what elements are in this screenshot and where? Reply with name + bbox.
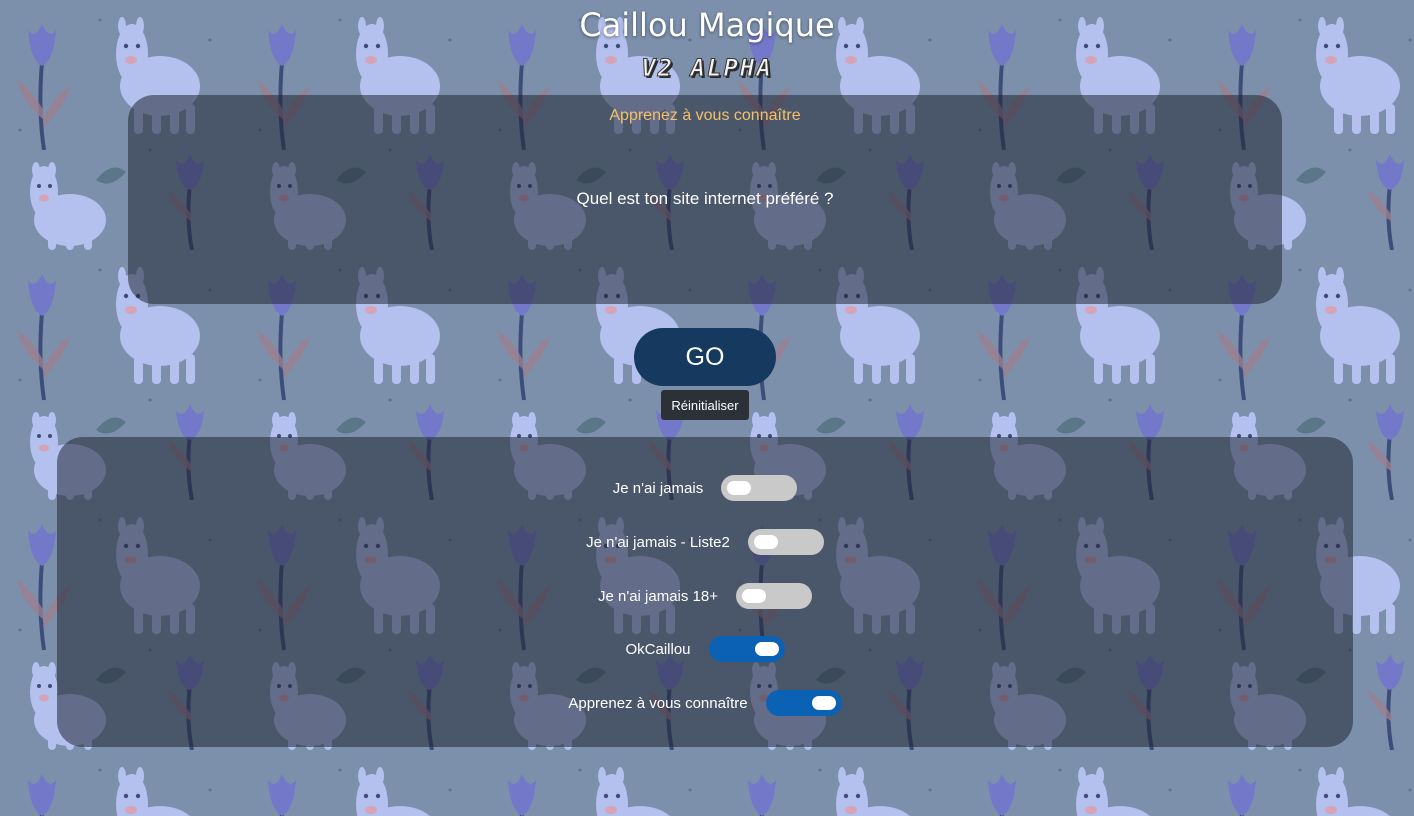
toggle-row-je-nai-jamais: Je n'ai jamais [57,475,1353,501]
toggle-row-je-nai-jamais-18: Je n'ai jamais 18+ [57,583,1353,609]
toggle-label: OkCaillou [625,640,691,658]
toggle-knob [753,535,778,549]
toggle-knob [727,481,752,495]
toggle-label: Je n'ai jamais [612,479,704,497]
toggle-label: Apprenez à vous connaître [568,694,748,712]
reset-button[interactable]: Réinitialiser [661,390,749,420]
go-button[interactable]: GO [634,328,776,386]
version-subtitle: V2 ALPHA [641,54,773,83]
toggle-switch-je-nai-jamais-liste2[interactable] [747,529,824,555]
toggle-switch-apprenez[interactable] [765,690,842,716]
question-card: Apprenez à vous connaître Quel est ton s… [128,95,1282,304]
toggle-knob [811,696,836,710]
toggle-switch-okcaillou[interactable] [708,636,785,662]
toggle-label: Je n'ai jamais - Liste2 [586,533,730,551]
toggle-row-je-nai-jamais-liste2: Je n'ai jamais - Liste2 [57,529,1353,555]
question-text: Quel est ton site internet préféré ? [576,189,834,208]
toggle-row-apprenez: Apprenez à vous connaître [57,690,1353,716]
toggle-switch-je-nai-jamais-18[interactable] [736,583,812,609]
toggle-label: Je n'ai jamais 18+ [597,587,718,605]
mode-settings-panel: Je n'ai jamais Je n'ai jamais - Liste2 J… [57,437,1353,747]
toggle-knob [754,642,779,656]
toggle-switch-je-nai-jamais[interactable] [721,475,798,501]
toggle-knob [742,589,766,603]
question-mode-title: Apprenez à vous connaître [609,107,801,124]
app-title: Caillou Magique [579,6,835,44]
toggle-row-okcaillou: OkCaillou [57,636,1353,662]
